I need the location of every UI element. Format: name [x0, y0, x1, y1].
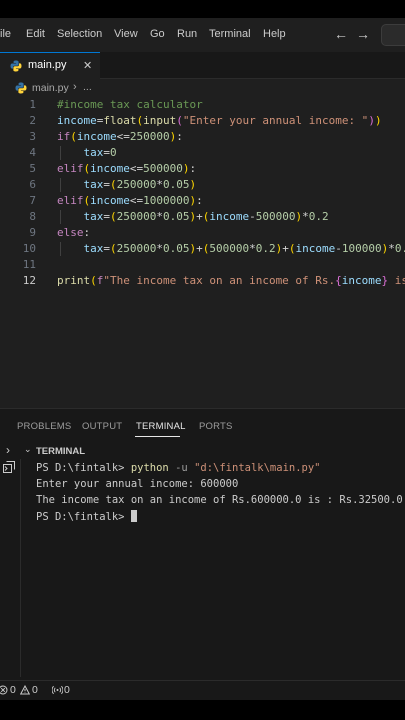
terminal-cursor: [130, 510, 137, 522]
line-number: 9: [29, 226, 36, 239]
line-number: 7: [29, 194, 36, 207]
forward-arrow-icon[interactable]: →: [356, 26, 370, 42]
tab-main-py[interactable]: main.py ✕: [0, 52, 100, 79]
terminal-powershell-icon[interactable]: [3, 461, 15, 473]
breadcrumb-file[interactable]: main.py: [32, 82, 69, 94]
top-frame: [0, 0, 405, 18]
code-line: elif(income<=500000):: [57, 162, 197, 175]
back-arrow-icon[interactable]: ←: [334, 26, 348, 42]
menu-help[interactable]: Help: [263, 28, 286, 40]
tab-terminal[interactable]: TERMINAL: [136, 421, 186, 432]
bottom-panel: PROBLEMS OUTPUT TERMINAL PORTS › ⌄ TERMI…: [0, 408, 405, 681]
line-number: 2: [29, 114, 36, 127]
line-number: 8: [29, 210, 36, 223]
tab-output[interactable]: OUTPUT: [82, 421, 122, 432]
status-bar: 0 0 0: [0, 680, 405, 701]
terminal-prompt: PS D:\fintalk>: [36, 462, 131, 474]
terminal-command: python: [130, 462, 169, 474]
warning-icon[interactable]: [20, 685, 30, 695]
terminal-output-line: The income tax on an income of Rs.600000…: [36, 494, 403, 506]
line-number: 6: [29, 178, 36, 191]
code-editor[interactable]: 1 2 3 4 5 6 7 8 9 10 11 12 #income tax c…: [0, 98, 405, 408]
command-center-search[interactable]: [381, 24, 405, 46]
terminal-section-title: TERMINAL: [36, 446, 86, 457]
menu-file[interactable]: ile: [0, 28, 11, 40]
menu-run[interactable]: Run: [177, 28, 197, 40]
breadcrumb: main.py › ...: [0, 78, 405, 98]
line-number: 1: [29, 98, 36, 111]
line-number: 11: [22, 258, 36, 271]
menu-view[interactable]: View: [114, 28, 138, 40]
tab-problems[interactable]: PROBLEMS: [17, 421, 71, 432]
code-line: tax=0: [83, 146, 117, 159]
menu-edit[interactable]: Edit: [26, 28, 45, 40]
editor-tab-strip: main.py ✕: [0, 52, 405, 79]
python-file-icon: [15, 82, 27, 94]
terminal-flag: -u: [168, 462, 195, 474]
error-count[interactable]: 0: [10, 684, 16, 696]
line-number: 10: [22, 242, 36, 255]
line-number: 4: [29, 146, 36, 159]
code-line: income=float(input("Enter your annual in…: [57, 114, 382, 127]
code-line: else:: [57, 226, 91, 239]
terminal-command-line: PS D:\fintalk> python -u "d:\fintalk\mai…: [36, 462, 321, 474]
line-number: 3: [29, 130, 36, 143]
code-line: print(f"The income tax on an income of R…: [57, 274, 405, 287]
menu-terminal[interactable]: Terminal: [209, 28, 251, 40]
menu-go[interactable]: Go: [150, 28, 165, 40]
error-icon[interactable]: [0, 685, 8, 695]
chevron-right-icon[interactable]: ›: [6, 443, 10, 457]
ports-broadcast-icon[interactable]: [52, 685, 63, 695]
code-line: #income tax calculator: [57, 98, 203, 111]
line-number-active: 12: [22, 274, 36, 287]
code-line: tax=(250000*0.05): [83, 178, 197, 191]
python-file-icon: [10, 60, 22, 72]
menu-bar: ile Edit Selection View Go Run Terminal …: [0, 18, 405, 52]
bottom-frame: [0, 700, 405, 720]
chevron-down-icon[interactable]: ⌄: [24, 444, 32, 455]
breadcrumb-more[interactable]: ...: [83, 81, 92, 93]
terminal-section-header[interactable]: › ⌄ TERMINAL: [0, 441, 405, 461]
tab-label: main.py: [28, 59, 67, 71]
line-number: 5: [29, 162, 36, 175]
code-line: elif(income<=1000000):: [57, 194, 203, 207]
terminal-prompt: PS D:\fintalk>: [36, 511, 131, 523]
terminal-path: "d:\fintalk\main.py": [194, 462, 321, 474]
code-line: tax=(250000*0.05)+(income-500000)*0.2: [83, 210, 329, 223]
terminal-output[interactable]: PS D:\fintalk> python -u "d:\fintalk\mai…: [20, 459, 405, 677]
warning-count[interactable]: 0: [32, 684, 38, 696]
tab-ports[interactable]: PORTS: [199, 421, 233, 432]
terminal-output-line: Enter your annual income: 600000: [36, 478, 239, 490]
code-line: tax=(250000*0.05)+(500000*0.2)+(income-1…: [83, 242, 405, 255]
active-tab-indicator: [135, 436, 180, 437]
ports-count[interactable]: 0: [64, 684, 70, 696]
breadcrumb-separator: ›: [73, 81, 77, 93]
close-icon[interactable]: ✕: [83, 59, 92, 72]
menu-selection[interactable]: Selection: [57, 28, 102, 40]
terminal-prompt-line: PS D:\fintalk>: [36, 510, 137, 523]
code-line: if(income<=250000):: [57, 130, 183, 143]
